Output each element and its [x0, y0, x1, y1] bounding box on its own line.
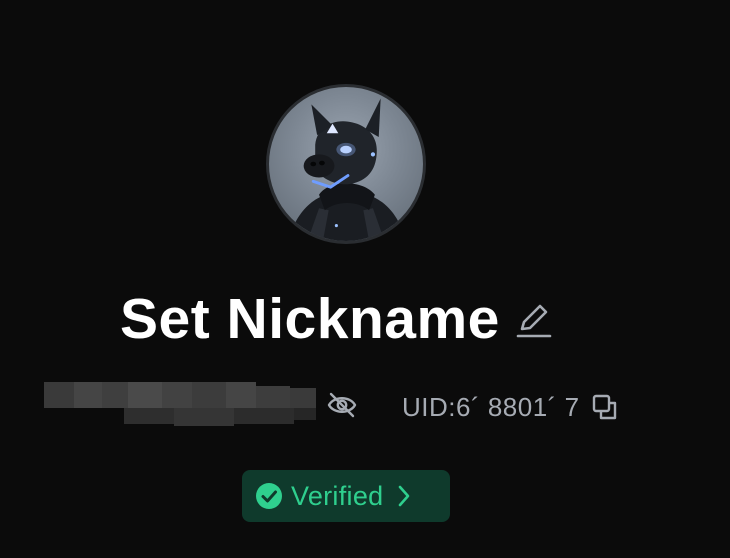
check-circle-icon — [255, 482, 283, 510]
verified-label: Verified — [291, 480, 384, 511]
avatar-image — [288, 98, 406, 241]
avatar[interactable] — [266, 84, 426, 244]
pencil-icon[interactable] — [516, 299, 552, 339]
masked-email-pixelated — [44, 380, 318, 430]
copy-icon[interactable] — [590, 392, 620, 422]
chevron-right-icon — [395, 482, 413, 510]
uid-row: UID:6´ 8801´ 7 — [402, 390, 620, 424]
nickname-row: Set Nickname — [120, 286, 552, 352]
nickname-title[interactable]: Set Nickname — [120, 286, 500, 352]
eye-off-icon[interactable] — [326, 390, 358, 420]
uid-label: UID:6´ 8801´ 7 — [402, 391, 580, 422]
profile-header: Set Nickname UID:6´ 8801´ 7 Verified — [0, 0, 730, 558]
verified-badge[interactable]: Verified — [242, 470, 450, 522]
